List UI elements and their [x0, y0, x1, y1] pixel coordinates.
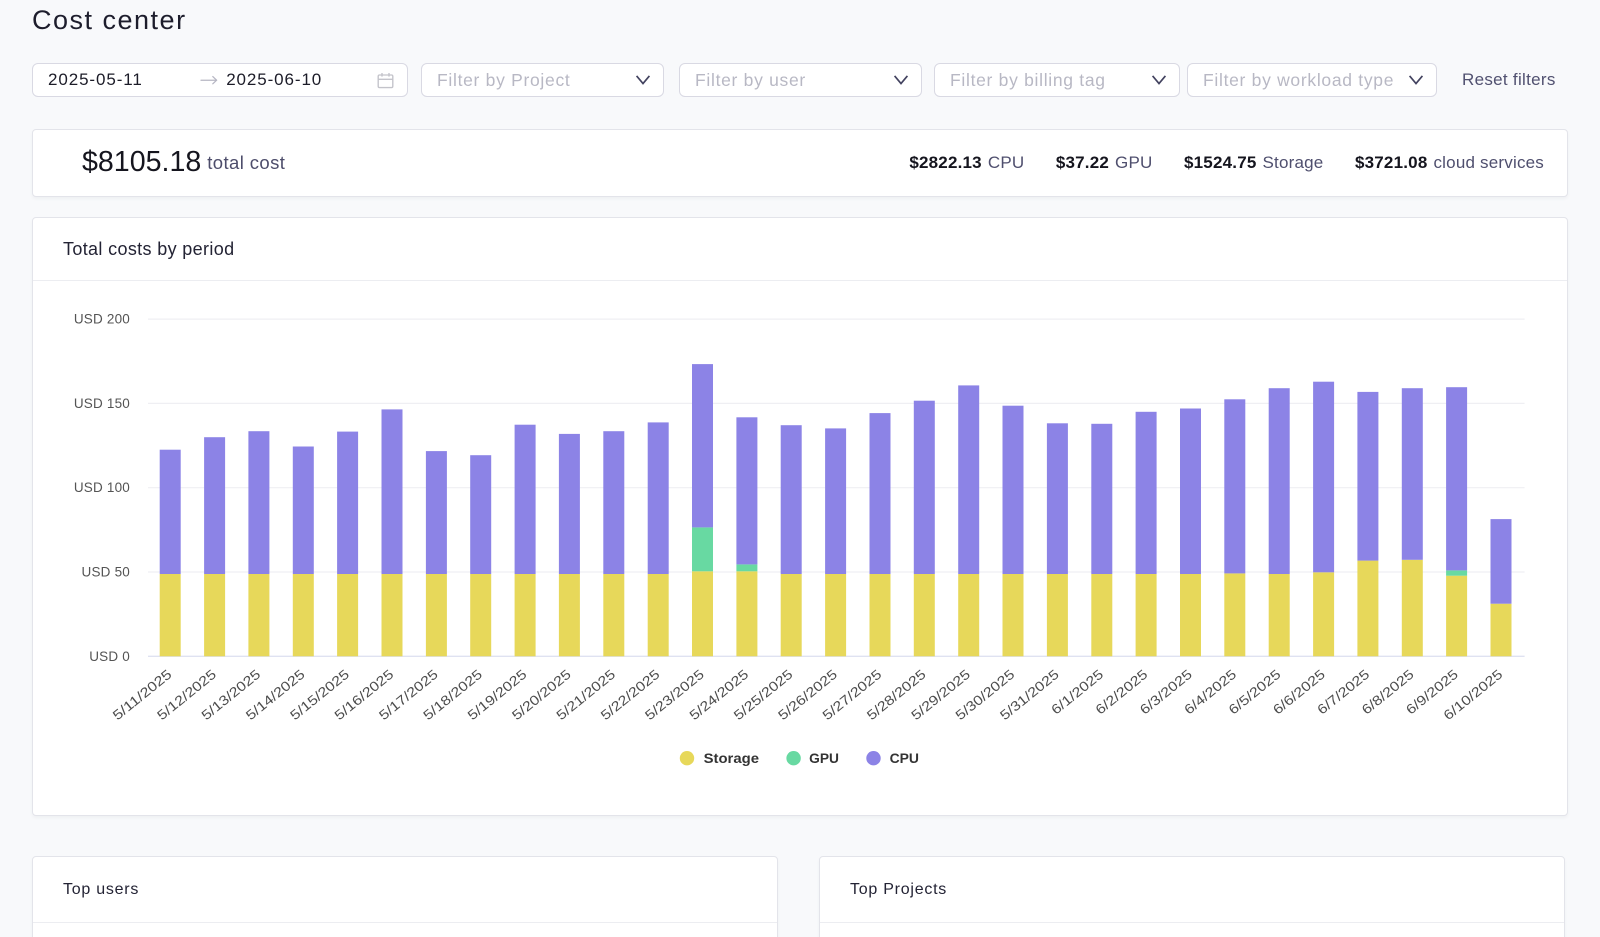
- svg-text:Storage: Storage: [704, 751, 760, 766]
- svg-text:USD 100: USD 100: [74, 480, 130, 495]
- svg-text:USD 200: USD 200: [74, 312, 130, 327]
- svg-text:USD 50: USD 50: [82, 565, 130, 580]
- svg-text:GPU: GPU: [809, 751, 839, 766]
- svg-text:USD 150: USD 150: [74, 396, 130, 411]
- svg-text:USD 0: USD 0: [89, 649, 130, 664]
- svg-text:CPU: CPU: [890, 751, 919, 766]
